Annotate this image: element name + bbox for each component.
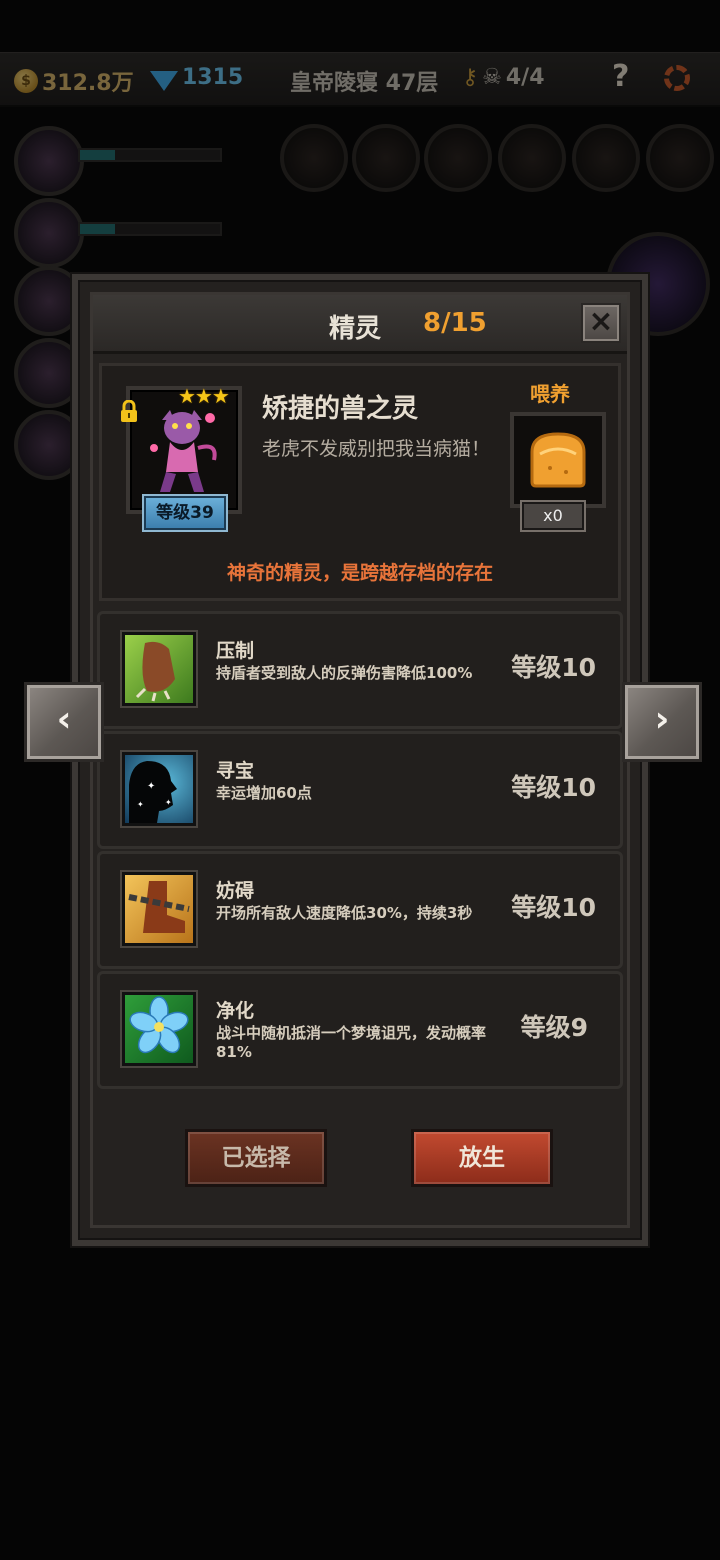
feed-item-count: x0 — [522, 502, 584, 530]
hero-portrait — [14, 126, 84, 196]
panel-title: 精灵 — [329, 314, 382, 344]
skill-level: 等级10 — [511, 653, 596, 682]
chevron-left-icon: ‹ — [56, 699, 72, 740]
blue-flower-icon — [122, 992, 196, 1066]
sparkle-silhouette-icon: ✦ ✦ ✦ — [122, 752, 196, 826]
skill-row[interactable]: 压制 持盾者受到敌人的反弹伤害降低100% 等级10 — [97, 611, 623, 729]
gem-counter: 1315 — [150, 65, 243, 91]
skill-level: 等级9 — [520, 1013, 588, 1042]
skill-name: 压制 — [216, 640, 255, 662]
hero-portrait — [14, 198, 84, 268]
lock-icon — [121, 400, 137, 422]
next-spirit-button[interactable]: › — [622, 682, 702, 762]
prev-spirit-button[interactable]: ‹ — [24, 682, 104, 762]
tiger-spirit-icon — [150, 410, 217, 492]
hero-health-bar — [78, 148, 222, 162]
bread-icon — [530, 432, 586, 488]
skull-icon: ☠ — [482, 65, 502, 90]
skill-level: 等级10 — [511, 773, 596, 802]
svg-text:✦: ✦ — [137, 800, 144, 809]
selected-button[interactable]: 已选择 — [185, 1129, 327, 1187]
svg-text:✦: ✦ — [165, 798, 172, 807]
spirit-panel: 精灵 8/15 × ★★★ 等级39 矫捷的兽之灵 老虎不发威别把我当病猫！ 喂… — [72, 274, 648, 1246]
skill-name: 寻宝 — [216, 760, 255, 782]
svg-text:✦: ✦ — [147, 781, 155, 792]
gold-counter: $ 312.8万 — [14, 65, 134, 97]
hero-health-bar — [78, 222, 222, 236]
rune-slot — [498, 124, 566, 192]
spirit-tagline: 神奇的精灵，是跨越存档的存在 — [226, 562, 493, 584]
close-button[interactable]: × — [581, 303, 621, 343]
skill-description: 开场所有敌人速度降低30%，持续3秒 — [216, 904, 473, 922]
key-counter: ⚷ ☠ 4/4 — [462, 65, 545, 90]
diamond-icon — [150, 70, 178, 91]
skill-row[interactable]: 妨碍 开场所有敌人速度降低30%，持续3秒 等级10 — [97, 851, 623, 969]
help-button[interactable]: ? — [612, 59, 629, 94]
feed-item-slot[interactable] — [510, 412, 606, 508]
rune-slot — [572, 124, 640, 192]
skill-level: 等级10 — [511, 893, 596, 922]
skill-name: 净化 — [216, 1000, 255, 1022]
top-hud: $ 312.8万 1315 皇帝陵寝 47层 ⚷ ☠ 4/4 ? — [0, 52, 720, 107]
rune-slot — [424, 124, 492, 192]
skill-name: 妨碍 — [216, 880, 255, 902]
chevron-right-icon: › — [654, 699, 670, 740]
release-button[interactable]: 放生 — [411, 1129, 553, 1187]
coin-icon: $ — [14, 69, 38, 93]
skill-description: 幸运增加60点 — [216, 784, 312, 802]
spirit-panel-inner: 精灵 8/15 × ★★★ 等级39 矫捷的兽之灵 老虎不发威别把我当病猫！ 喂… — [90, 292, 630, 1228]
feed-label: 喂养 — [530, 382, 570, 406]
close-icon: × — [588, 304, 614, 339]
spirit-portrait[interactable]: ★★★ 等级39 — [121, 384, 242, 530]
spirit-star-rating: ★★★ — [178, 384, 230, 408]
skill-row[interactable]: ✦ ✦ ✦ 寻宝 幸运增加60点 等级10 — [97, 731, 623, 849]
rune-slot — [280, 124, 348, 192]
gear-icon — [664, 65, 690, 91]
spirit-name: 矫捷的兽之灵 — [262, 394, 419, 424]
rune-slot — [646, 124, 714, 192]
dungeon-location: 皇帝陵寝 47层 — [290, 71, 439, 96]
spirit-description: 老虎不发威别把我当病猫！ — [262, 438, 491, 460]
chained-boot-icon — [122, 872, 196, 946]
panel-title-bar: 精灵 8/15 × — [93, 295, 627, 354]
skill-description: 战斗中随机抵消一个梦境诅咒，发动概率81% — [216, 1024, 487, 1061]
spirit-info-card: ★★★ 等级39 矫捷的兽之灵 老虎不发威别把我当病猫！ 喂养 x0 神奇的精灵… — [99, 363, 621, 601]
key-icon: ⚷ — [462, 65, 479, 90]
skill-row[interactable]: 净化 战斗中随机抵消一个梦境诅咒，发动概率81% 等级9 — [97, 971, 623, 1089]
spirit-level-badge: 等级39 — [144, 496, 226, 530]
rune-slot — [352, 124, 420, 192]
settings-button[interactable] — [664, 65, 690, 91]
beast-claw-icon — [122, 632, 196, 706]
spirit-count: 8/15 — [423, 308, 487, 338]
skill-description: 持盾者受到敌人的反弹伤害降低100% — [216, 664, 473, 682]
